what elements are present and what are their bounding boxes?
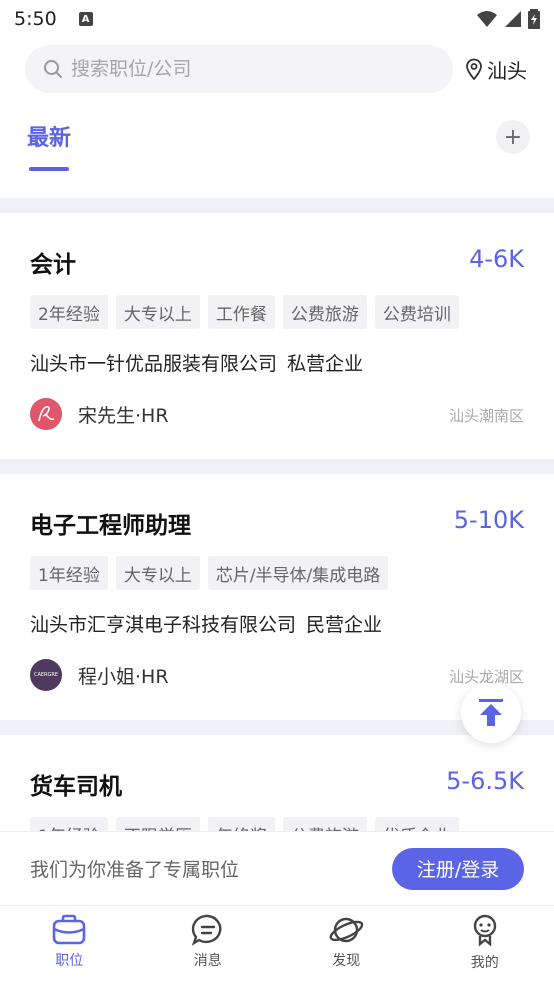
hr-name: 程小姐·HR (78, 665, 169, 688)
job-title: 会计 (30, 252, 76, 278)
promo-bar: 我们为你准备了专属职位 注册/登录 (0, 831, 554, 905)
search-icon (44, 60, 62, 78)
company-line: 汕头市汇亨淇电子科技有限公司 民营企业 (30, 610, 382, 637)
signal-icon (505, 11, 521, 27)
wifi-icon (477, 11, 497, 27)
nav-item-messages[interactable]: 消息 (139, 906, 278, 984)
company-type: 私营企业 (287, 353, 364, 375)
bottom-nav: 职位 消息 发现 我的 (0, 905, 554, 984)
job-tags: 2年经验 大专以上 工作餐 公费旅游 公费培训 (30, 295, 459, 329)
avatar (30, 398, 62, 430)
hr-name: 宋先生·HR (78, 404, 169, 427)
status-icons (476, 9, 540, 29)
job-tag: 公费旅游 (282, 295, 367, 329)
register-login-button[interactable]: 注册/登录 (392, 847, 524, 890)
nav-item-profile[interactable]: 我的 (416, 906, 554, 984)
job-tags: 1年经验 大专以上 芯片/半导体/集成电路 (30, 556, 389, 590)
job-salary: 4-6K (469, 245, 524, 273)
company-name: 汕头市一针优品服装有限公司 (30, 353, 278, 375)
nav-label: 我的 (470, 955, 499, 971)
nav-label: 消息 (193, 953, 222, 969)
back-to-top-button[interactable] (461, 683, 521, 743)
tabs-row: 最新 + (0, 112, 554, 172)
planet-icon (329, 917, 364, 943)
job-tag: 2年经验 (30, 295, 108, 329)
battery-icon (528, 9, 540, 29)
notification-a-icon: A (78, 12, 93, 26)
company-logo-icon (30, 398, 62, 430)
nav-item-discover[interactable]: 发现 (277, 906, 416, 984)
job-card[interactable]: 会计 4-6K 2年经验 大专以上 工作餐 公费旅游 公费培训 汕头市一针优品服… (0, 213, 554, 459)
job-salary: 5-10K (453, 506, 524, 534)
status-time: 5:50 (14, 8, 57, 30)
tab-latest[interactable]: 最新 (27, 120, 71, 152)
location-label: 汕头 (487, 58, 527, 83)
job-title: 电子工程师助理 (30, 513, 191, 539)
search-input[interactable] (71, 58, 391, 80)
search-row: 汕头 (25, 45, 535, 93)
job-card[interactable]: 电子工程师助理 5-10K 1年经验 大专以上 芯片/半导体/集成电路 汕头市汇… (0, 474, 554, 720)
job-salary: 5-6.5K (446, 767, 524, 795)
add-tab-button[interactable]: + (496, 120, 530, 154)
message-icon (191, 914, 222, 946)
status-bar: 5:50 A (0, 0, 554, 38)
job-tag: 工作餐 (207, 295, 275, 329)
hr-row: CAERGRE 程小姐·HR (30, 659, 169, 691)
job-tag: 1年经验 (30, 556, 108, 590)
promo-text: 我们为你准备了专属职位 (30, 859, 240, 881)
search-box[interactable] (25, 45, 453, 93)
arrow-up-to-top-icon (479, 699, 503, 726)
job-tag: 大专以上 (115, 295, 200, 329)
briefcase-icon (52, 914, 86, 945)
company-name: 汕头市汇亨淇电子科技有限公司 (30, 614, 297, 636)
location-selector[interactable]: 汕头 (465, 55, 527, 84)
profile-icon (473, 914, 496, 947)
location-pin-icon (466, 58, 482, 80)
job-title: 货车司机 (30, 774, 122, 800)
company-type: 民营企业 (306, 614, 383, 636)
nav-label: 职位 (55, 953, 84, 969)
job-tag: 芯片/半导体/集成电路 (207, 556, 389, 590)
job-tag: 大专以上 (115, 556, 200, 590)
job-list: 会计 4-6K 2年经验 大专以上 工作餐 公费旅游 公费培训 汕头市一针优品服… (0, 198, 554, 904)
job-tag: 公费培训 (374, 295, 459, 329)
company-line: 汕头市一针优品服装有限公司 私营企业 (30, 349, 363, 376)
avatar-logo-text: CAERGRE (33, 672, 59, 678)
nav-item-jobs[interactable]: 职位 (0, 906, 139, 984)
hr-row: 宋先生·HR (30, 398, 169, 430)
nav-label: 发现 (332, 953, 361, 969)
tab-active-indicator (29, 167, 69, 171)
avatar: CAERGRE (30, 659, 62, 691)
job-area: 汕头潮南区 (448, 407, 524, 425)
